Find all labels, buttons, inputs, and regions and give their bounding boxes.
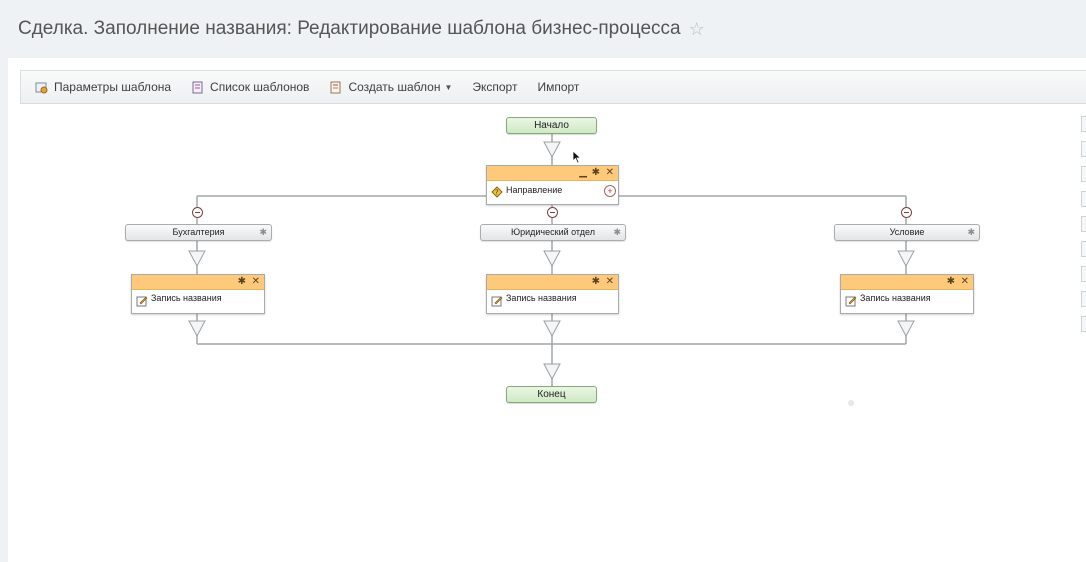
svg-text:?: ? xyxy=(495,189,499,197)
edit-icon xyxy=(136,296,148,307)
activity-label: Запись названия xyxy=(860,293,931,303)
branch-label[interactable]: Бухгалтерия ✱ xyxy=(125,224,272,241)
close-icon[interactable]: ✕ xyxy=(606,275,614,289)
activity-header: ✱ ✕ xyxy=(132,275,264,290)
edit-icon xyxy=(845,296,857,307)
branch-label-text: Условие xyxy=(889,227,925,237)
edit-icon xyxy=(491,296,503,307)
activity-block[interactable]: ✱ ✕ Запись названия xyxy=(840,274,974,314)
activity-block[interactable]: ✱ ✕ Запись названия xyxy=(131,274,265,314)
branch-label[interactable]: Юридический отдел ✱ xyxy=(480,224,626,241)
minimize-icon[interactable]: ▁ xyxy=(579,166,587,180)
branch-label-text: Бухгалтерия xyxy=(172,227,225,237)
remove-branch-icon[interactable] xyxy=(192,207,203,218)
gear-icon[interactable]: ✱ xyxy=(947,275,955,289)
cursor-icon xyxy=(572,150,582,164)
activity-header: ✱ ✕ xyxy=(841,275,973,290)
activity-label: Запись названия xyxy=(506,293,577,303)
activity-label: Запись названия xyxy=(151,293,222,303)
gear-icon[interactable]: ✱ xyxy=(238,275,246,289)
branch-label-text: Юридический отдел xyxy=(511,227,595,237)
gear-icon[interactable]: ✱ xyxy=(259,225,267,240)
gear-icon[interactable]: ✱ xyxy=(592,166,600,180)
end-node[interactable]: Конец xyxy=(506,386,597,403)
gear-icon[interactable]: ✱ xyxy=(613,225,621,240)
activity-block[interactable]: ✱ ✕ Запись названия xyxy=(486,274,619,314)
condition-activity[interactable]: ▁ ✱ ✕ ? Направление + xyxy=(486,165,619,205)
gear-icon[interactable]: ✱ xyxy=(967,225,975,240)
start-node[interactable]: Начало xyxy=(506,117,597,134)
close-icon[interactable]: ✕ xyxy=(606,166,614,180)
add-branch-icon[interactable]: + xyxy=(604,185,616,197)
condition-label: Направление xyxy=(506,185,563,195)
activity-header: ✱ ✕ xyxy=(487,275,618,290)
remove-branch-icon[interactable] xyxy=(901,207,912,218)
remove-branch-icon[interactable] xyxy=(547,207,558,218)
branch-label[interactable]: Условие ✱ xyxy=(834,224,980,241)
activity-header: ▁ ✱ ✕ xyxy=(487,166,618,181)
gear-icon[interactable]: ✱ xyxy=(592,275,600,289)
close-icon[interactable]: ✕ xyxy=(252,275,260,289)
condition-icon: ? xyxy=(491,186,503,198)
close-icon[interactable]: ✕ xyxy=(961,275,969,289)
